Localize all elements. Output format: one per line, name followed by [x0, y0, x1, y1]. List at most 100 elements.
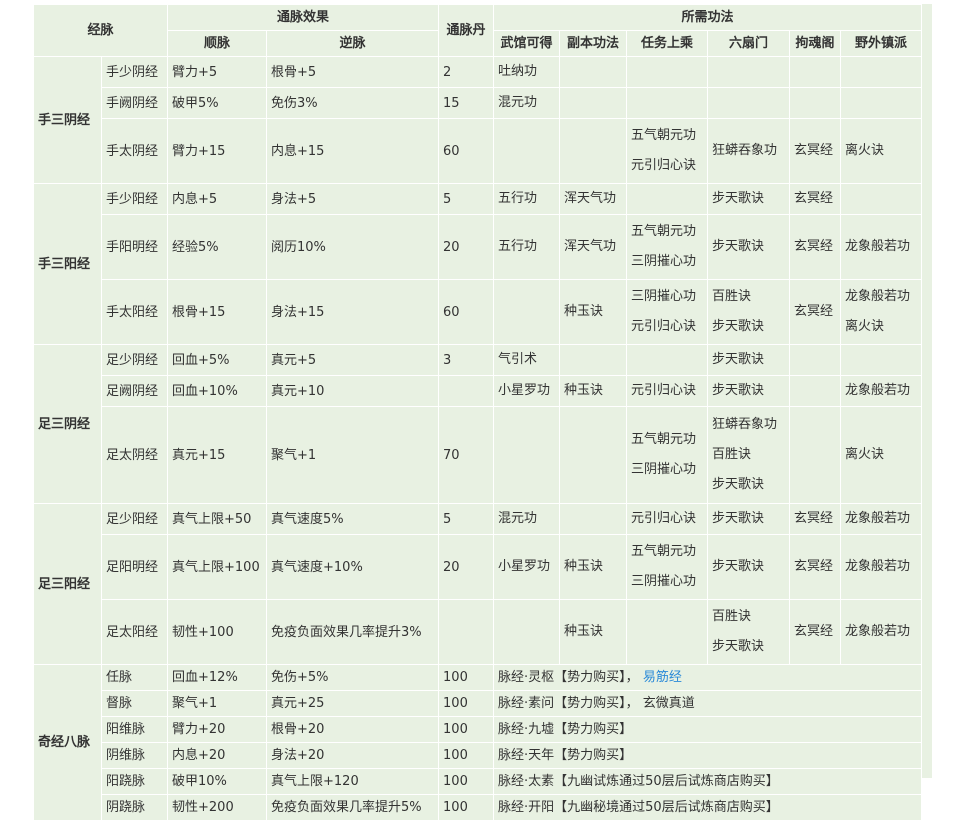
skill-cell: [559, 503, 628, 535]
skill-cell: 离火诀: [840, 118, 923, 184]
skill-cell: 百胜诀 步天歌诀: [707, 599, 791, 665]
table-row: 阴维脉 内息+20 身法+20 100 脉经·天年【势力购买】: [34, 742, 923, 769]
skill-name: 龙象般若功: [845, 559, 911, 574]
skill-name: 龙象般若功: [845, 383, 911, 398]
skill-cell: 混元功: [493, 87, 561, 119]
meridian-name: 足太阳经: [100, 599, 169, 665]
skill-cell: 三阴摧心功 元引归心诀: [626, 279, 709, 345]
meridian-name: 足阳明经: [100, 534, 169, 600]
source-text: 脉经·灵枢【势力购买】，: [498, 670, 639, 685]
ni-effect: 身法+5: [266, 183, 440, 215]
skill-cell: [626, 344, 709, 376]
group-name: 手三阳经: [33, 183, 102, 345]
table-row: 阳跷脉 破甲10% 真气上限+120 100 脉经·太素【九幽试炼通过50层后试炼商店购…: [34, 768, 923, 795]
skill-cell: [707, 56, 791, 88]
skill-cell: 百胜诀 步天歌诀: [707, 279, 791, 345]
skill-cell: [789, 406, 842, 504]
shun-effect: 臂力+5: [167, 56, 268, 88]
source-cell: 脉经·灵枢【势力购买】， 易筋经: [493, 664, 923, 691]
skill-name: 龙象般若功: [845, 511, 911, 526]
skill-cell: 浑天气功: [559, 183, 628, 215]
shun-effect: 真气上限+100: [167, 534, 268, 600]
meridian-name: 足阙阴经: [100, 375, 169, 407]
skill-cell: [626, 183, 709, 215]
skill-name: 玄冥经: [794, 239, 834, 254]
meridian-name: 手太阴经: [100, 118, 169, 184]
header-yewai: 野外镇派: [840, 30, 923, 57]
skill-cell: 玄冥经: [789, 279, 842, 345]
dan-count: 100: [438, 664, 495, 691]
skill-name: 种玉诀: [564, 383, 604, 398]
header-wuguan: 武馆可得: [493, 30, 561, 57]
dan-count: 20: [438, 534, 495, 600]
group-name: 足三阴经: [33, 344, 102, 504]
ni-effect: 根骨+20: [266, 716, 440, 743]
header-required: 所需功法: [493, 4, 923, 31]
skill-name: 种玉诀: [564, 624, 604, 639]
skill-cell: 种玉诀: [559, 599, 628, 665]
skill-cell: 玄冥经: [789, 503, 842, 535]
table-row: 足太阴经 真元+15 聚气+1 70 五气朝元功 三阴摧心功 狂蟒吞象功 百胜诀 步天歌诀 离火诀: [34, 406, 923, 504]
skill-cell: 气引术: [493, 344, 561, 376]
skill-cell: 五气朝元功 三阴摧心功: [626, 214, 709, 280]
skill-name: 元引归心诀: [631, 319, 697, 334]
meridian-name: 手太阳经: [100, 279, 169, 345]
dan-count: [438, 599, 495, 665]
skill-name: 步天歌诀: [712, 352, 765, 367]
skill-cell: 龙象般若功: [840, 599, 923, 665]
source-cell: 脉经·太素【九幽试炼通过50层后试炼商店购买】: [493, 768, 923, 795]
skill-name: 百胜诀: [712, 289, 752, 304]
skill-name: 混元功: [498, 95, 538, 110]
dan-count: 15: [438, 87, 495, 119]
skill-cell: 步天歌诀: [707, 375, 791, 407]
skill-cell: [789, 344, 842, 376]
skill-cell: 种玉诀: [559, 375, 628, 407]
skill-name: 离火诀: [845, 143, 885, 158]
skill-name: 玄冥经: [794, 304, 834, 319]
skill-name: 玄冥经: [794, 511, 834, 526]
skill-name: 元引归心诀: [631, 158, 697, 173]
dan-count: 5: [438, 503, 495, 535]
skill-name: 百胜诀: [712, 609, 752, 624]
table-row: 手三阳经 手少阳经 内息+5 身法+5 5 五行功 浑天气功 步天歌诀 玄冥经: [33, 183, 923, 345]
skill-cell: [840, 183, 923, 215]
ni-effect: 身法+20: [266, 742, 440, 769]
table-body: 手三阴经 手少阴经 臂力+5 根骨+5 2 吐纳功 手阙阴经 破甲5% 免伤3% 15 混元功 手太阴…: [33, 56, 923, 821]
skill-cell: [493, 118, 561, 184]
skill-cell: [840, 56, 923, 88]
skill-cell: 龙象般若功: [840, 503, 923, 535]
skill-cell: [840, 87, 923, 119]
skill-name: 龙象般若功: [845, 239, 911, 254]
table-row: 手阳明经 经验5% 阅历10% 20 五行功 浑天气功 五气朝元功 三阴摧心功 步天歌诀 玄冥经龙…: [34, 214, 923, 280]
skill-cell: 龙象般若功: [840, 375, 923, 407]
dan-count: 60: [438, 118, 495, 184]
meridian-name: 手少阴经: [100, 56, 169, 88]
shun-effect: 韧性+100: [167, 599, 268, 665]
group-name: 奇经八脉: [33, 664, 102, 821]
skill-name: 狂蟒吞象功: [712, 417, 778, 432]
skill-cell: [789, 375, 842, 407]
skill-cell: [493, 279, 561, 345]
skill-cell: [626, 599, 709, 665]
skill-cell: 五行功: [493, 214, 561, 280]
skill-cell: [559, 406, 628, 504]
skill-link[interactable]: 易筋经: [643, 670, 682, 685]
skill-cell: [493, 406, 561, 504]
source-cell: 脉经·素问【势力购买】， 玄微真道: [493, 690, 923, 717]
skill-cell: 玄冥经: [789, 534, 842, 600]
skill-cell: 龙象般若功 离火诀: [840, 279, 923, 345]
skill-name: 龙象般若功: [845, 289, 911, 304]
shun-effect: 回血+10%: [167, 375, 268, 407]
skill-name: 三阴摧心功: [631, 574, 697, 589]
shun-effect: 回血+12%: [167, 664, 268, 691]
skill-cell: 浑天气功: [559, 214, 628, 280]
table-row: 阳维脉 臂力+20 根骨+20 100 脉经·九墟【势力购买】: [34, 716, 923, 743]
meridian-table: 经脉 通脉效果 通脉丹 所需功法 顺脉 逆脉 武馆可得 副本功法 任务上乘 六扇…: [32, 4, 923, 821]
meridian-name: 手阙阴经: [100, 87, 169, 119]
skill-cell: 步天歌诀: [707, 183, 791, 215]
skill-cell: 五气朝元功 三阴摧心功: [626, 406, 709, 504]
source-cell: 脉经·开阳【九幽秘境通过50层后试炼商店购买】: [493, 794, 923, 821]
skill-name: 步天歌诀: [712, 319, 765, 334]
table-row: 手太阴经 臂力+15 内息+15 60 五气朝元功 元引归心诀 狂蟒吞象功 玄冥经 离火诀: [34, 118, 923, 184]
skill-cell: [493, 599, 561, 665]
